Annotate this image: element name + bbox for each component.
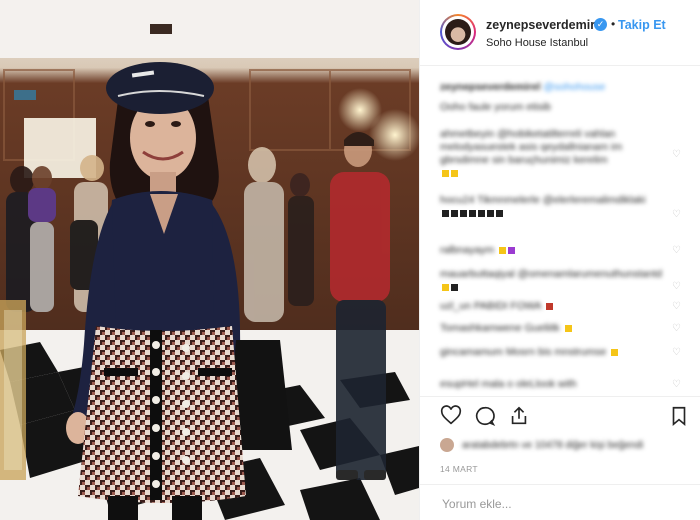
likes-summary[interactable]: aratabdebrtn ve 10478 diğer kişi beğendi <box>440 436 690 456</box>
post-side-panel: zeynepseverdemirel ✓ • Takip Et Soho Hou… <box>419 0 700 520</box>
bookmark-icon[interactable] <box>668 405 690 427</box>
comment-like-icon[interactable]: ♡ <box>672 282 682 292</box>
comment-like-icon[interactable]: ♡ <box>672 324 682 334</box>
comment-input[interactable] <box>440 493 684 515</box>
caption-username[interactable]: zeynepseverdemirel <box>440 81 540 93</box>
comment-item: gincamamum Mosrn bis mnstrumse <box>440 346 665 359</box>
comment-like-icon[interactable]: ♡ <box>672 302 682 312</box>
comment-item: Tomashkamwene Gueliitk <box>440 322 665 335</box>
caption-tag[interactable]: @sohohouse <box>543 81 605 93</box>
comment-item: uzl_un PABIDI FOWA <box>440 300 665 313</box>
heart-icon[interactable] <box>440 405 462 427</box>
separator-dot: • <box>611 17 616 31</box>
comment-item: esupHel mala o oleLlook with <box>440 378 577 390</box>
share-icon[interactable] <box>508 405 530 427</box>
username[interactable]: zeynepseverdemirel <box>486 18 606 32</box>
caption: zeynepseverdemirel @sohohouse Ooho faule… <box>440 80 680 114</box>
post-photo-illustration <box>0 0 419 520</box>
likes-text: aratabdebrtn ve 10478 diğer kişi beğendi <box>462 440 644 451</box>
liker-avatar <box>440 438 454 452</box>
caption-text: Ooho faule yorum etisib <box>440 101 551 113</box>
add-comment-bar <box>420 484 700 520</box>
avatar[interactable] <box>440 14 476 50</box>
instagram-post: zeynepseverdemirel ✓ • Takip Et Soho Hou… <box>0 0 700 520</box>
comment-like-icon[interactable]: ♡ <box>672 246 682 256</box>
post-photo[interactable] <box>0 0 419 520</box>
follow-button[interactable]: Takip Et <box>618 18 666 32</box>
post-date: 14 MART <box>440 464 478 474</box>
comment-like-icon[interactable]: ♡ <box>672 380 682 390</box>
post-actions <box>420 396 700 430</box>
comment-item: hocu24 Tikmnmelerle @elerleremalimdiklak… <box>440 194 665 220</box>
comment-item: mauarbuttaqiyal @omenamlarumenuthunstant… <box>440 268 665 294</box>
location-link[interactable]: Soho House Istanbul <box>486 37 588 49</box>
comment-like-icon[interactable]: ♡ <box>672 210 682 220</box>
comment-like-icon[interactable]: ♡ <box>672 150 682 160</box>
comment-icon[interactable] <box>474 405 496 427</box>
comment-item: ahmetbeyin @hobiketatilterreli vahlan me… <box>440 128 665 180</box>
post-header: zeynepseverdemirel ✓ • Takip Et Soho Hou… <box>420 0 700 66</box>
comment-item: ralbnayaym <box>440 244 665 257</box>
verified-badge-icon: ✓ <box>594 18 607 31</box>
comments-list[interactable]: zeynepseverdemirel @sohohouse Ooho faule… <box>420 66 700 396</box>
comment-like-icon[interactable]: ♡ <box>672 348 682 358</box>
